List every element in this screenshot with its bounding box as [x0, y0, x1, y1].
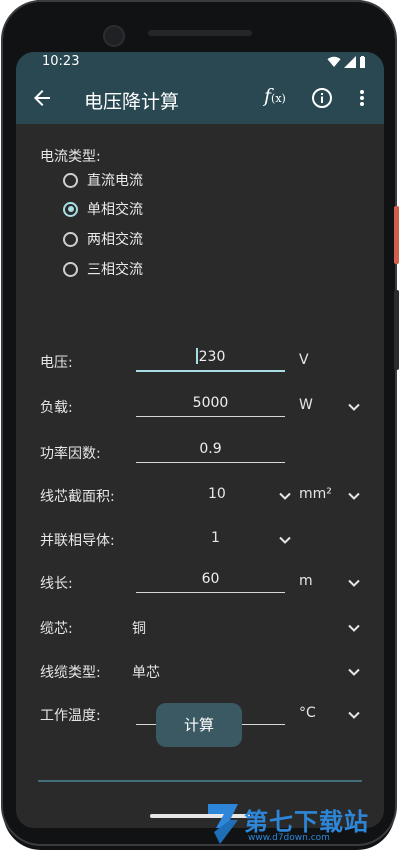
load-value: 5000	[192, 395, 229, 411]
bottom-divider	[38, 780, 362, 782]
voltage-value: 230	[198, 349, 226, 365]
voltage-input[interactable]: 230	[136, 346, 285, 372]
cross-section-chevron-down-icon[interactable]	[278, 489, 292, 503]
watermark-url: www.d7down.com	[248, 833, 330, 843]
status-time: 10:23	[42, 54, 80, 69]
power-factor-label: 功率因数:	[40, 446, 101, 462]
radio-single-phase[interactable]: 单相交流	[63, 197, 143, 221]
radio-two-phase-label: 两相交流	[87, 232, 143, 248]
power-factor-input[interactable]: 0.9	[136, 438, 285, 463]
temperature-label: 工作温度:	[40, 708, 101, 724]
watermark-text: 第七下载站	[244, 808, 369, 836]
length-unit-chevron-down-icon[interactable]	[347, 576, 361, 590]
temperature-unit[interactable]: °C	[299, 705, 316, 721]
radio-three-phase-label: 三相交流	[87, 262, 143, 278]
radio-three-phase-circle[interactable]	[63, 261, 78, 277]
cross-section-label: 线芯截面积:	[40, 489, 115, 505]
voltage-unit: V	[299, 352, 309, 368]
radio-two-phase[interactable]: 两相交流	[63, 227, 143, 251]
signal-icon	[344, 56, 356, 68]
back-arrow-icon[interactable]	[30, 86, 54, 110]
status-bar: 10:23	[16, 52, 384, 72]
load-unit[interactable]: W	[299, 397, 313, 413]
cable-type-select[interactable]: 单芯	[132, 662, 160, 682]
length-input[interactable]: 60	[136, 568, 285, 593]
temperature-unit-chevron-down-icon[interactable]	[347, 708, 361, 722]
radio-dc[interactable]: 直流电流	[63, 168, 143, 192]
formula-f: f	[264, 85, 272, 107]
length-label: 线长:	[40, 576, 73, 592]
earpiece-speaker	[148, 30, 252, 36]
cross-section-unit-chevron-down-icon[interactable]	[347, 489, 361, 503]
cross-section-select[interactable]: 10	[208, 486, 226, 502]
radio-single-phase-label: 单相交流	[87, 202, 143, 218]
cable-type-chevron-down-icon[interactable]	[347, 665, 361, 679]
voltage-label: 电压:	[40, 355, 73, 371]
calculate-button[interactable]: 计算	[156, 703, 242, 747]
cross-section-unit[interactable]: mm²	[299, 486, 332, 502]
parallel-conductors-select[interactable]: 1	[211, 530, 220, 546]
radio-three-phase[interactable]: 三相交流	[63, 257, 143, 281]
page-title: 电压降计算	[84, 91, 180, 113]
current-type-label: 电流类型:	[40, 149, 101, 165]
volume-button	[394, 290, 399, 370]
formula-x: (x)	[271, 92, 286, 105]
app-bar: 电压降计算 f(x)	[16, 72, 384, 124]
radio-single-phase-circle[interactable]	[63, 201, 78, 217]
parallel-conductors-chevron-down-icon[interactable]	[278, 533, 292, 547]
info-icon[interactable]	[311, 87, 333, 109]
core-select[interactable]: 铜	[132, 618, 146, 638]
radio-two-phase-circle[interactable]	[63, 231, 78, 247]
load-input[interactable]: 5000	[136, 392, 285, 417]
core-chevron-down-icon[interactable]	[347, 621, 361, 635]
more-options-icon[interactable]	[352, 88, 372, 108]
battery-icon	[360, 56, 365, 68]
watermark: 第七下载站 www.d7down.com	[206, 800, 400, 850]
text-cursor	[195, 348, 198, 364]
power-button	[394, 206, 399, 264]
wifi-icon	[327, 56, 341, 67]
load-label: 负载:	[40, 400, 73, 416]
length-unit[interactable]: m	[299, 573, 313, 589]
cable-type-label: 线缆类型:	[40, 665, 101, 681]
power-factor-value: 0.9	[199, 441, 222, 457]
load-unit-chevron-down-icon[interactable]	[347, 400, 361, 414]
parallel-conductors-label: 并联相导体:	[40, 533, 115, 549]
length-value: 60	[201, 571, 220, 587]
formula-button[interactable]: f(x)	[264, 85, 286, 107]
front-camera	[103, 25, 125, 47]
screen: 10:23 电压降计算 f(x) 电流类型: 直流电流 单相交流 两相交流 三相…	[16, 52, 384, 828]
radio-dc-label: 直流电流	[87, 173, 143, 189]
radio-dc-circle[interactable]	[63, 172, 78, 188]
core-label: 缆芯:	[40, 621, 73, 637]
watermark-logo-icon	[208, 804, 238, 844]
